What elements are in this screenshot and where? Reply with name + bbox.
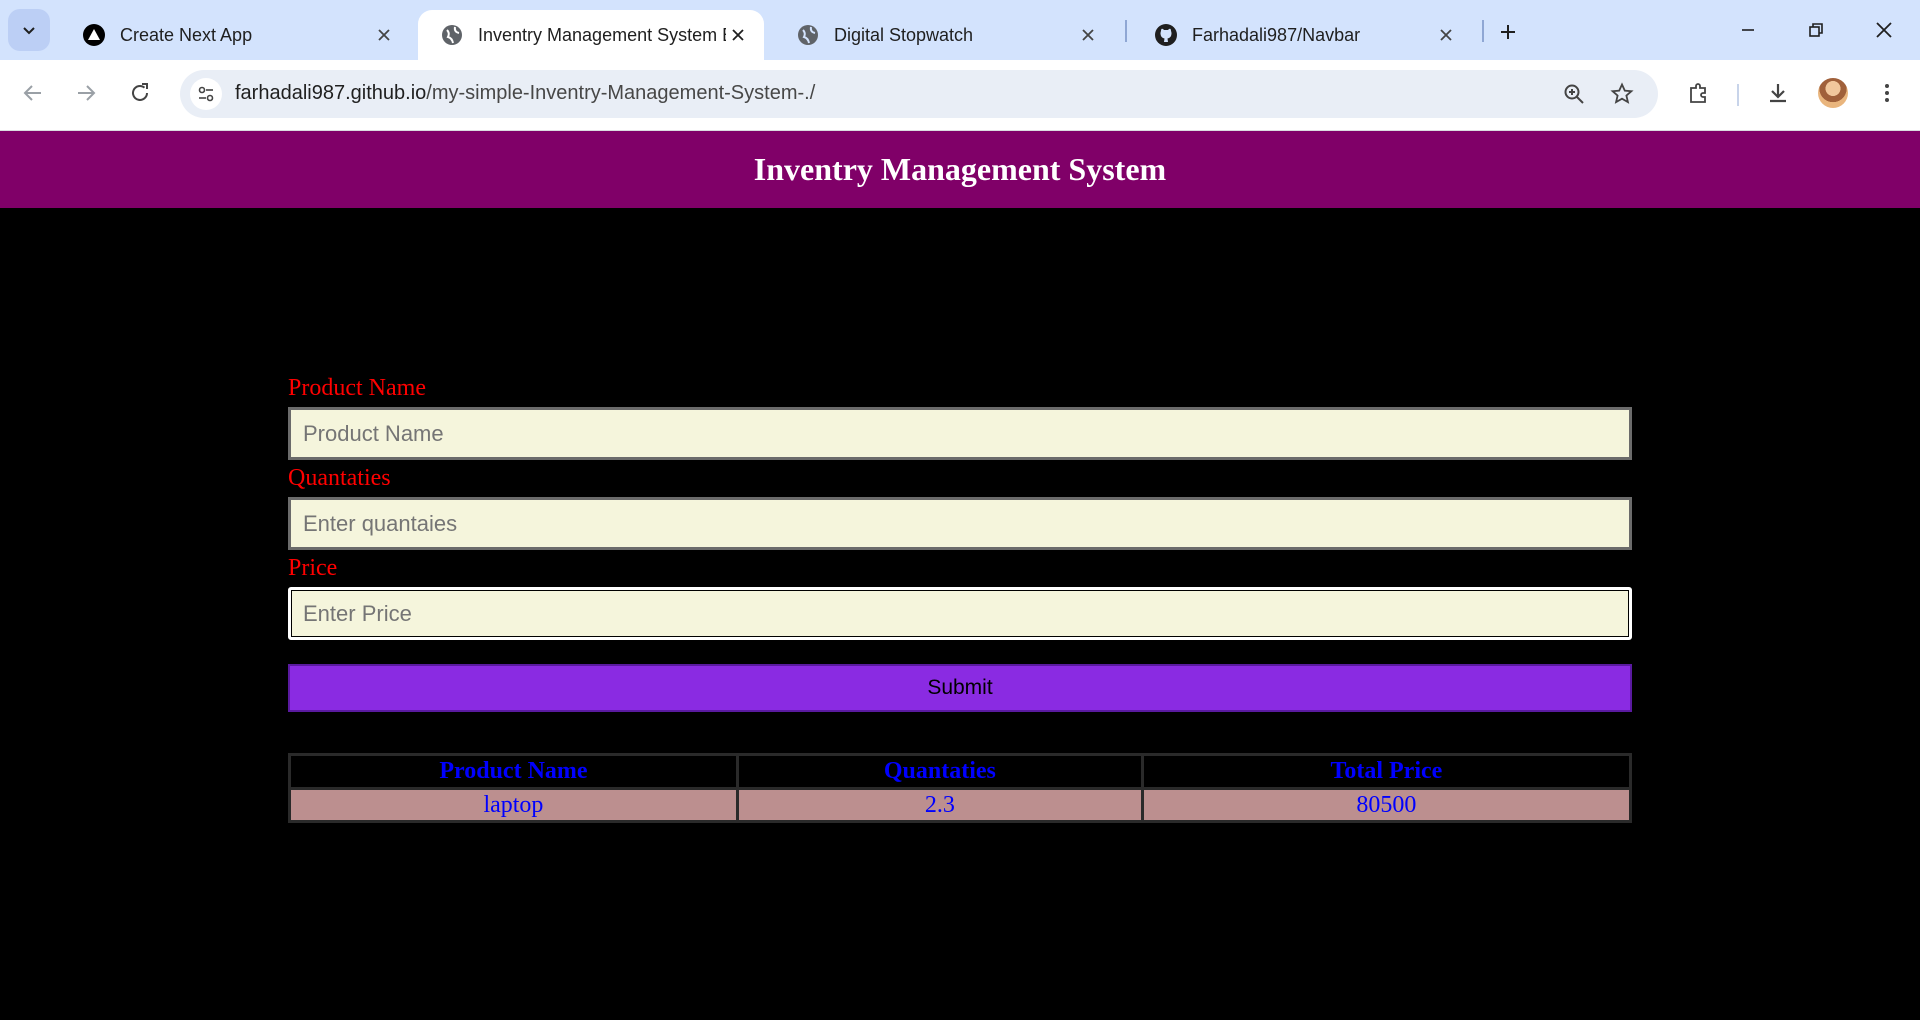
close-icon[interactable] — [1076, 23, 1100, 47]
tune-icon — [198, 86, 214, 102]
profile-avatar[interactable] — [1818, 78, 1848, 108]
close-icon — [1876, 22, 1892, 38]
product-name-input[interactable] — [288, 407, 1632, 460]
tab-create-next-app[interactable]: Create Next App — [60, 10, 410, 60]
minimize-icon — [1742, 29, 1754, 31]
price-input[interactable] — [288, 587, 1632, 640]
forward-button[interactable] — [68, 75, 104, 111]
tab-title: Digital Stopwatch — [834, 24, 974, 45]
close-icon[interactable] — [1434, 23, 1458, 47]
tab-search-button[interactable] — [8, 9, 50, 51]
table-cell: 80500 — [1140, 787, 1633, 823]
site-info-button[interactable] — [190, 78, 222, 110]
bookmark-star-icon[interactable] — [1608, 80, 1636, 108]
quantity-input[interactable] — [288, 497, 1632, 550]
github-icon — [1154, 23, 1178, 47]
back-button[interactable] — [15, 75, 51, 111]
menu-dots-icon[interactable] — [1871, 77, 1903, 109]
extensions-icon[interactable] — [1683, 77, 1715, 109]
zoom-icon[interactable] — [1560, 80, 1588, 108]
back-arrow-icon — [23, 85, 41, 101]
tab-separator — [1125, 20, 1127, 42]
url-path: /my-simple-Inventry-Management-System-./ — [426, 82, 816, 104]
minimize-button[interactable] — [1732, 14, 1764, 46]
page-header: Inventry Management System — [0, 131, 1920, 208]
browser-toolbar: farhadali987.github.io/my-simple-Inventr… — [0, 60, 1920, 131]
tab-title: Farhadali987/Navbar — [1192, 24, 1361, 45]
url-domain: farhadali987.github.io — [235, 82, 427, 104]
restore-icon — [1809, 23, 1823, 37]
column-header: Product Name — [288, 753, 739, 790]
submit-button[interactable]: Submit — [288, 664, 1632, 712]
close-icon[interactable] — [726, 23, 750, 47]
plus-icon — [1501, 25, 1515, 39]
product-form: Product Name Quantaties Price Submit — [288, 370, 1632, 712]
tab-title: Inventry Management System Bookmark — [478, 24, 726, 45]
column-header: Total Price — [1140, 753, 1633, 790]
price-label: Price — [288, 555, 338, 581]
reload-icon — [132, 83, 148, 101]
tab-title: Create Next App — [120, 24, 253, 45]
nextjs-icon — [82, 23, 106, 47]
close-window-button[interactable] — [1868, 14, 1900, 46]
tab-digital-stopwatch[interactable]: Digital Stopwatch — [774, 10, 1114, 60]
tab-inventry-management[interactable]: Inventry Management System Bookmark — [418, 10, 764, 60]
download-icon[interactable] — [1762, 77, 1794, 109]
table-header-row: Product Name Quantaties Total Price — [288, 753, 1633, 790]
tab-strip: Create Next App Inventry Management Syst… — [0, 0, 1920, 60]
column-header: Quantaties — [735, 753, 1144, 790]
globe-icon — [440, 23, 464, 47]
page-title: Inventry Management System — [753, 151, 1167, 187]
forward-arrow-icon — [78, 85, 96, 101]
close-icon[interactable] — [372, 23, 396, 47]
tab-separator — [1482, 20, 1484, 42]
reload-button[interactable] — [122, 75, 158, 111]
product-name-label: Product Name — [288, 375, 426, 401]
chevron-down-icon — [23, 27, 35, 35]
table-cell: 2.3 — [735, 787, 1144, 823]
address-bar[interactable]: farhadali987.github.io/my-simple-Inventr… — [180, 70, 1658, 118]
toolbar-separator — [1737, 84, 1739, 106]
inventory-table: Product Name Quantaties Total Price lapt… — [288, 753, 1633, 823]
globe-icon — [796, 23, 820, 47]
table-cell: laptop — [288, 787, 739, 823]
quantity-label: Quantaties — [288, 465, 391, 491]
table-row: laptop 2.3 80500 — [288, 787, 1633, 823]
tab-github-navbar[interactable]: Farhadali987/Navbar — [1132, 10, 1472, 60]
restore-button[interactable] — [1800, 14, 1832, 46]
new-tab-button[interactable] — [1494, 18, 1522, 46]
url-text[interactable]: farhadali987.github.io/my-simple-Inventr… — [235, 82, 815, 105]
